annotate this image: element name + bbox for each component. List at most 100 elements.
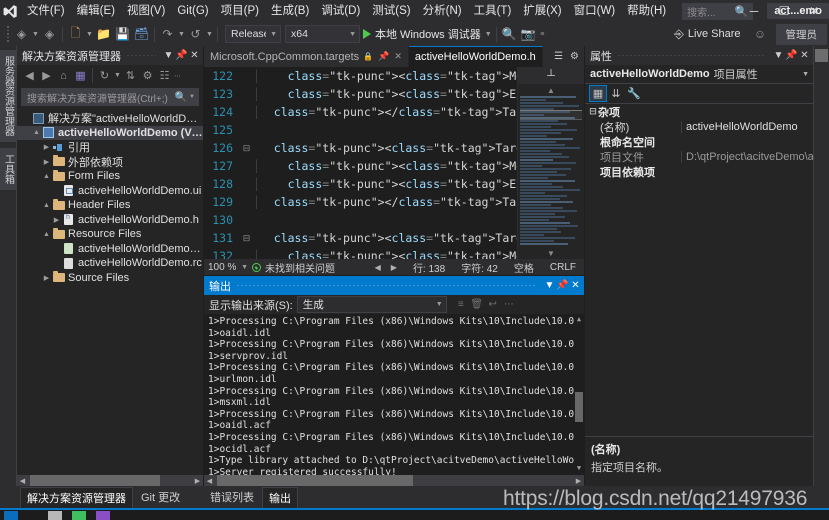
output-overflow-icon[interactable]: ⋯ (501, 296, 517, 313)
properties-icon[interactable]: ☷ (156, 67, 173, 84)
show-all-files-icon[interactable]: ⚙ (139, 67, 156, 84)
collapse-icon[interactable]: ⊟ (588, 106, 598, 117)
scroll-up-icon[interactable]: ▲ (574, 314, 584, 326)
toolbar-overflow-icon[interactable]: ≡ (538, 24, 547, 44)
output-hscroll-track[interactable] (215, 475, 573, 486)
minimap-viewport[interactable] (520, 110, 582, 120)
solution-explorer-search[interactable]: 搜索解决方案资源管理器(Ctrl+;) 🔍 ▼ (21, 88, 199, 106)
navigate-forward-icon[interactable]: ◈ (40, 24, 59, 44)
menu-help[interactable]: 帮助(H) (621, 0, 672, 22)
property-row[interactable]: (名称) activeHelloWorldDemo (585, 119, 813, 134)
close-icon[interactable]: ✕ (394, 51, 402, 62)
chevron-down-icon[interactable]: ▼ (772, 50, 785, 61)
alphabetical-view-icon[interactable]: ⇊ (607, 85, 625, 102)
twisty-icon[interactable]: ▶ (41, 158, 52, 166)
attach-to-process-icon[interactable]: 🔍 (500, 24, 519, 44)
bottom-tab-error-list[interactable]: 错误列表 (204, 487, 260, 507)
solution-configuration-combo[interactable]: Release ▼ (225, 25, 281, 43)
pin-icon[interactable]: 📌 (378, 51, 389, 62)
solution-tree[interactable]: 解决方案"activeHelloWorldDemo"(1 ▲ activeHell… (17, 109, 203, 475)
undo-icon[interactable]: ↷ (158, 24, 177, 44)
tree-item[interactable]: ▲ activeHelloWorldDemo (Visual (17, 125, 203, 140)
property-row[interactable]: 项目文件 D:\qtProject\acitveDemo\ac (585, 149, 813, 164)
output-hscrollbar[interactable]: ◀ ▶ (204, 475, 584, 486)
prev-issue-icon[interactable]: ◀ (375, 263, 381, 272)
navigate-back-icon[interactable]: ◈ (12, 24, 31, 44)
menu-file[interactable]: 文件(F) (21, 0, 71, 22)
new-project-icon[interactable]: 🗋 (66, 24, 85, 44)
close-icon[interactable]: ✕ (798, 50, 811, 61)
autohide-tab-server-explorer[interactable]: 服务器资源管理器 (0, 50, 18, 142)
clear-all-icon[interactable]: 🗑 (469, 296, 485, 313)
menu-debug[interactable]: 调试(D) (315, 0, 366, 22)
redo-icon[interactable]: ↺ (186, 24, 205, 44)
editor-zoom-combo[interactable]: 100 % ▼ (208, 262, 252, 273)
close-icon[interactable]: ✕ (569, 280, 582, 291)
editor-minimap[interactable]: ┴ ▲ ▼ (517, 67, 584, 259)
find-message-icon[interactable]: ≡ (453, 296, 469, 313)
send-feedback-icon[interactable]: ☺ (751, 24, 770, 44)
menu-test[interactable]: 测试(S) (366, 0, 416, 22)
minimize-button[interactable]: ─ (739, 0, 769, 22)
close-button[interactable]: ✕ (799, 0, 829, 22)
property-row[interactable]: 根命名空间 (585, 134, 813, 149)
menu-extensions[interactable]: 扩展(X) (517, 0, 567, 22)
fold-icon[interactable]: ⊟ (240, 233, 253, 244)
undo-dropdown-icon[interactable]: ▼ (177, 24, 186, 44)
tree-item[interactable]: 解决方案"activeHelloWorldDemo"(1 (17, 111, 203, 126)
forward-icon[interactable]: ▶ (38, 67, 55, 84)
scroll-right-icon[interactable]: ▶ (573, 477, 584, 485)
navigate-back-dropdown-icon[interactable]: ▼ (31, 24, 40, 44)
scroll-left-icon[interactable]: ◀ (204, 477, 215, 485)
back-icon[interactable]: ◀ (21, 67, 38, 84)
twisty-icon[interactable]: ▲ (41, 202, 52, 209)
start-debugging-button[interactable]: 本地 Windows 调试器 (360, 24, 484, 44)
output-vscroll-thumb[interactable] (575, 392, 583, 422)
save-all-icon[interactable]: 🗃 (132, 24, 151, 44)
bottom-tab-solution-explorer[interactable]: 解决方案资源管理器 (20, 486, 133, 508)
bottom-tab-git-changes[interactable]: Git 更改 (135, 487, 186, 507)
chevron-down-icon[interactable]: ▼ (187, 94, 195, 100)
tree-item[interactable]: ▲ Form Files (17, 169, 203, 184)
live-share-button[interactable]: ⎆ Live Share (674, 27, 740, 42)
taskbar-vs-icon[interactable] (96, 510, 110, 520)
tree-item[interactable]: ▶ activeHelloWorldDemo.h (17, 213, 203, 228)
twisty-icon[interactable]: ▶ (41, 274, 52, 282)
scroll-left-icon[interactable]: ◀ (17, 477, 28, 485)
properties-object-combo[interactable]: activeHelloWorldDemo 项目属性 ▼ (585, 65, 813, 84)
close-icon[interactable]: ✕ (188, 50, 201, 61)
menu-tools[interactable]: 工具(T) (468, 0, 518, 22)
categorized-view-icon[interactable]: ▦ (589, 85, 607, 102)
bottom-tab-output[interactable]: 输出 (262, 486, 298, 508)
solution-platform-combo[interactable]: x64 ▼ (285, 25, 360, 43)
menu-view[interactable]: 视图(V) (121, 0, 171, 22)
twisty-icon[interactable]: ▶ (51, 216, 62, 224)
tree-item[interactable]: ▶ Source Files (17, 271, 203, 286)
properties-rows[interactable]: (名称) activeHelloWorldDemo 根命名空间 项目文件 D:\qtPr… (585, 119, 813, 179)
properties-grid[interactable]: ⊟ 杂项 (名称) activeHelloWorldDemo 根命名空间 项目文件 D:… (585, 104, 813, 436)
toolbar-grip[interactable] (4, 25, 12, 43)
debug-target-dropdown-icon[interactable]: ▼ (484, 24, 493, 44)
pending-changes-icon[interactable]: ▦ (72, 67, 89, 84)
tree-item[interactable]: activeHelloWorldDemo.ui (17, 184, 203, 199)
tree-item[interactable]: activeHelloWorldDemo.ico (17, 242, 203, 257)
taskbar-explorer-icon[interactable] (48, 510, 62, 520)
property-value[interactable]: D:\qtProject\acitveDemo\ac (681, 150, 813, 163)
pin-icon[interactable]: 📌 (556, 280, 569, 291)
gear-icon[interactable]: ⚙ (570, 51, 579, 62)
new-project-dropdown-icon[interactable]: ▼ (85, 24, 94, 44)
split-view-icon[interactable]: ┴ (518, 67, 584, 84)
tree-item[interactable]: ▲ Resource Files (17, 227, 203, 242)
chevron-down-icon[interactable]: ▼ (543, 280, 556, 291)
autohide-tab-toolbox[interactable]: 工具箱 (0, 148, 18, 190)
tree-item[interactable]: activeHelloWorldDemo.rc (17, 256, 203, 271)
twisty-icon[interactable]: ▲ (31, 129, 42, 136)
hscroll-thumb[interactable] (30, 475, 160, 486)
taskbar-app-icon[interactable] (72, 510, 86, 520)
toggle-wordwrap-icon[interactable]: ↩ (485, 296, 501, 313)
tree-item[interactable]: ▶ 外部依赖项 (17, 155, 203, 170)
menu-window[interactable]: 窗口(W) (568, 0, 622, 22)
issue-nav[interactable]: ◀ ▶ (375, 263, 397, 272)
menu-edit[interactable]: 编辑(E) (71, 0, 121, 22)
code-editor[interactable]: 122 │ class="tk-punc">< class = "tk-tag">Mes… (204, 67, 584, 259)
